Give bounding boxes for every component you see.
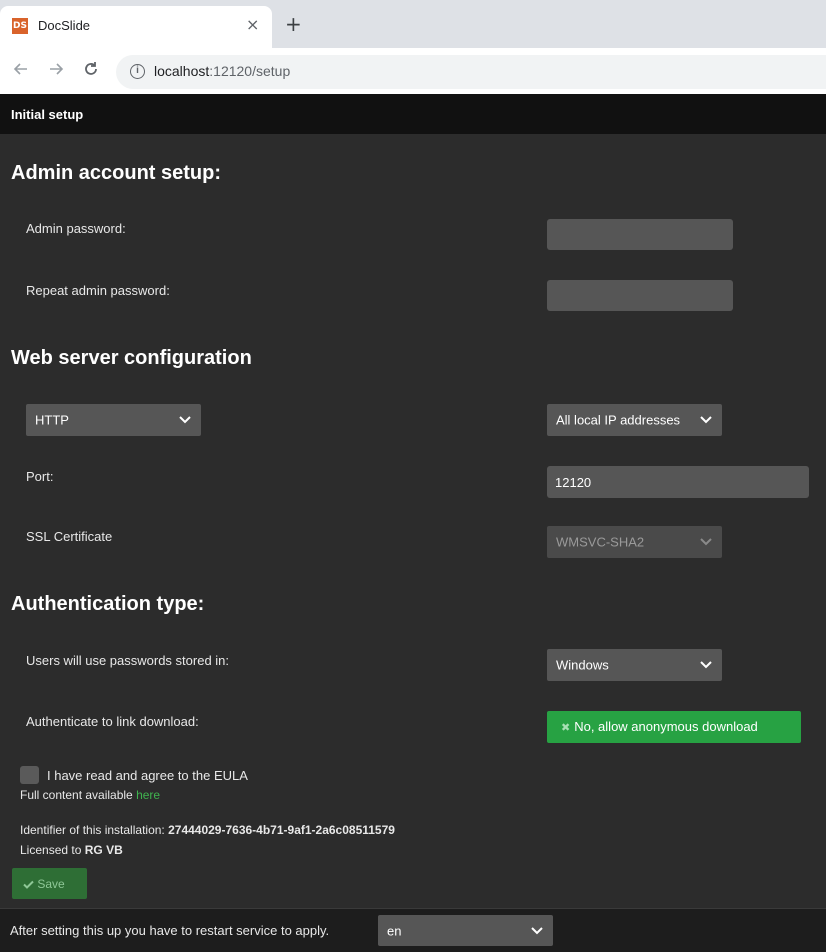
password-store-value: Windows <box>556 657 609 673</box>
url-text: localhost:12120/setup <box>154 63 290 79</box>
language-value: en <box>387 923 402 938</box>
anonymous-download-content: ✖ No, allow anonymous download <box>561 719 758 734</box>
admin-password-input[interactable] <box>547 219 733 250</box>
repeat-password-input[interactable] <box>547 280 733 311</box>
licensed-value: RG VB <box>84 843 123 857</box>
identifier-value: 27444029-7636-4b71-9af1-2a6c08511579 <box>168 823 395 837</box>
docslide-favicon-icon: DS <box>12 18 28 34</box>
url-path: :12120/setup <box>209 63 291 79</box>
back-arrow-icon[interactable] <box>12 60 30 83</box>
admin-password-label: Admin password: <box>26 221 126 236</box>
password-store-label: Users will use passwords stored in: <box>26 653 230 668</box>
checkmark-icon <box>23 880 34 889</box>
footer-bar: After setting this up you have to restar… <box>0 908 826 952</box>
browser-tab[interactable]: DS DocSlide × <box>0 6 272 48</box>
ssl-certificate-select[interactable]: WMSVC-SHA2 <box>547 526 722 558</box>
eula-link[interactable]: here <box>136 788 160 802</box>
tab-title: DocSlide <box>38 18 91 33</box>
info-icon[interactable]: i <box>130 64 145 79</box>
chevron-down-icon <box>700 416 712 424</box>
anonymous-download-label: No, allow anonymous download <box>574 719 758 734</box>
reload-icon[interactable] <box>82 60 100 83</box>
protocol-value: HTTP <box>35 412 69 428</box>
browser-tabstrip: DS DocSlide × + <box>0 0 826 48</box>
password-store-select[interactable]: Windows <box>547 649 722 681</box>
web-section-title: Web server configuration <box>11 347 252 369</box>
license-info: Licensed to RG VB <box>20 843 123 857</box>
anonymous-download-toggle[interactable]: ✖ No, allow anonymous download <box>547 711 801 743</box>
close-icon: ✖ <box>561 721 571 734</box>
auth-section-title: Authentication type: <box>11 593 205 615</box>
ssl-certificate-value: WMSVC-SHA2 <box>556 534 645 550</box>
chevron-down-icon <box>179 416 191 424</box>
installation-identifier: Identifier of this installation: 2744402… <box>20 823 395 837</box>
language-select[interactable]: en <box>378 915 553 946</box>
save-label: Save <box>37 877 65 891</box>
forward-arrow-icon[interactable] <box>47 60 65 83</box>
protocol-select[interactable]: HTTP <box>26 404 201 436</box>
ssl-certificate-label: SSL Certificate <box>26 529 113 544</box>
eula-checkbox[interactable] <box>20 766 39 784</box>
eula-content-line: Full content available here <box>20 788 160 802</box>
link-download-label: Authenticate to link download: <box>26 714 199 729</box>
eula-content-prefix: Full content available <box>20 788 133 802</box>
new-tab-icon[interactable]: + <box>285 14 302 34</box>
page-title: Initial setup <box>11 107 84 122</box>
eula-label: I have read and agree to the EULA <box>47 768 248 783</box>
save-button-content: Save <box>23 877 65 891</box>
url-host: localhost <box>154 63 210 79</box>
save-button[interactable]: Save <box>12 868 87 899</box>
tab-close-icon[interactable]: × <box>246 15 259 34</box>
restart-notice: After setting this up you have to restar… <box>10 923 330 938</box>
port-label: Port: <box>26 469 54 484</box>
chevron-down-icon <box>531 926 543 934</box>
port-input[interactable] <box>547 466 809 498</box>
address-value: All local IP addresses <box>556 412 681 428</box>
chevron-down-icon <box>700 661 712 669</box>
admin-section-title: Admin account setup: <box>11 162 222 184</box>
address-select[interactable]: All local IP addresses <box>547 404 722 436</box>
licensed-label: Licensed to <box>20 843 82 857</box>
app-header: Initial setup <box>0 94 826 134</box>
repeat-password-label: Repeat admin password: <box>26 283 170 298</box>
address-bar[interactable]: i localhost:12120/setup <box>116 55 826 89</box>
identifier-label: Identifier of this installation: <box>20 823 165 837</box>
chevron-down-icon <box>700 538 712 546</box>
